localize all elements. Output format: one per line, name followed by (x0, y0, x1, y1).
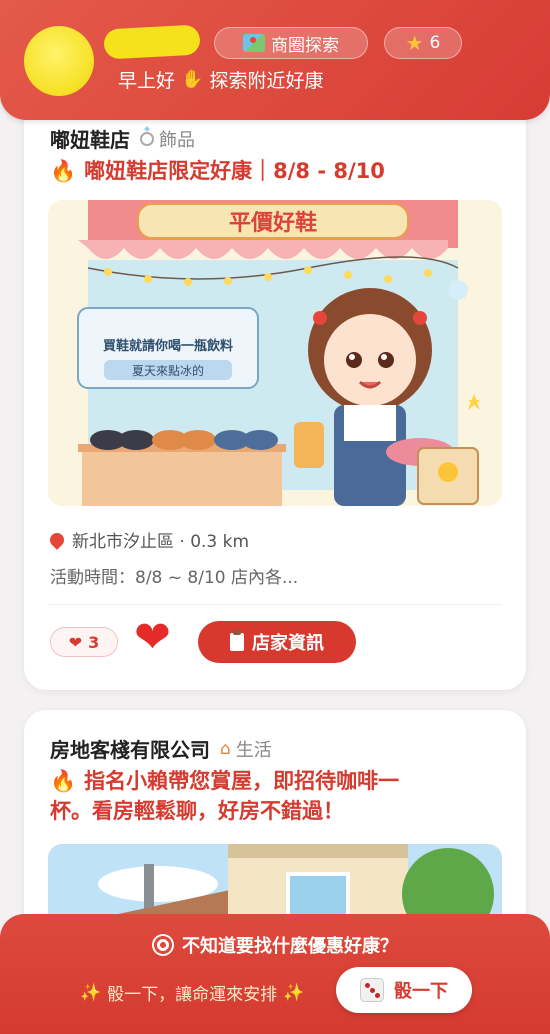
location-text: 新北市汐止區 · 0.3 km (72, 532, 250, 552)
store-info-button[interactable]: 店家資訊 (198, 621, 356, 663)
star-count-badge[interactable]: ★ 6 (384, 27, 462, 59)
target-icon (152, 934, 174, 956)
roll-button-label: 骰一下 (394, 981, 448, 1002)
greeting-text: 早上好 (118, 70, 176, 92)
favorite-heart-icon[interactable]: ❤ (134, 616, 171, 660)
random-pick-question: 不知道要找什麼優惠好康？ (0, 932, 550, 958)
promo-title-line2: 杯。看房輕鬆聊，好房不錯過！ (50, 799, 344, 824)
deal-card[interactable]: 嘟妞鞋店 飾品 🔥 嘟妞鞋店限定好康｜8/8 - 8/10 平價好鞋 買鞋就請你… (24, 100, 526, 690)
like-count: 3 (88, 632, 100, 652)
location-row: 新北市汐止區 · 0.3 km (47, 527, 250, 552)
promo-title-line1: 指名小賴帶您賞屋，即招待咖啡一 (84, 769, 400, 793)
promo-title-text: 嘟妞鞋店限定好康｜8/8 - 8/10 (84, 159, 385, 183)
store-header: 房地客棧有限公司 ⌂ 生活 (50, 734, 272, 763)
clipboard-icon (230, 630, 244, 651)
dice-icon (360, 978, 384, 1002)
subtitle-text: 骰一下，讓命運來安排 (107, 985, 278, 1005)
promo-title: 🔥 指名小賴帶您賞屋，即招待咖啡一 杯。看房輕鬆聊，好房不錯過！ (50, 766, 399, 827)
question-text: 不知道要找什麼優惠好康？ (182, 936, 398, 957)
greeting-tail: 探索附近好康 (209, 70, 324, 92)
greeting: 早上好 ✋ 探索附近好康 (118, 66, 323, 93)
house-icon: ⌂ (220, 738, 231, 759)
event-time: 活動時間：8/8 ~ 8/10 店內各... (50, 568, 299, 588)
sparkle-icon: ✨ (80, 982, 102, 1003)
store-name: 房地客棧有限公司 (50, 738, 210, 762)
like-count-pill[interactable]: ❤ 3 (50, 627, 118, 657)
random-pick-subtitle: ✨ 骰一下，讓命運來安排 ✨ (80, 980, 305, 1006)
random-pick-bar: 不知道要找什麼優惠好康？ ✨ 骰一下，讓命運來安排 ✨ 骰一下 (0, 914, 550, 1034)
user-name-redacted (103, 24, 201, 60)
roll-dice-button[interactable]: 骰一下 (336, 967, 472, 1013)
category-tag: ⌂ 生活 (220, 736, 272, 762)
divider (48, 604, 502, 605)
banner-top-text: 平價好鞋 (229, 210, 317, 236)
map-icon (243, 34, 265, 52)
ring-icon (140, 131, 154, 146)
wave-hand-icon: ✋ (181, 69, 204, 90)
heart-small-icon: ❤ (68, 632, 83, 652)
category-label: 生活 (235, 739, 272, 761)
banner-sub-text: 夏天來點冰的 (132, 363, 204, 378)
store-info-label: 店家資訊 (252, 633, 324, 654)
category-tag: 飾品 (140, 126, 195, 152)
app-header: 商圈探索 ★ 6 早上好 ✋ 探索附近好康 (0, 0, 550, 120)
store-header: 嘟妞鞋店 飾品 (50, 124, 195, 153)
store-name: 嘟妞鞋店 (50, 128, 130, 152)
banner-sign-text: 買鞋就請你喝一瓶飲料 (103, 338, 233, 354)
promo-title: 🔥 嘟妞鞋店限定好康｜8/8 - 8/10 (50, 156, 385, 186)
user-avatar[interactable] (24, 26, 94, 96)
explore-label: 商圈探索 (271, 35, 339, 56)
star-count: 6 (429, 33, 441, 53)
star-icon: ★ (405, 31, 424, 55)
sparkle-icon: ✨ (283, 982, 305, 1003)
explore-area-button[interactable]: 商圈探索 (214, 27, 368, 59)
location-pin-icon (47, 529, 67, 550)
fire-icon: 🔥 (50, 769, 77, 793)
promo-banner-image[interactable]: 平價好鞋 買鞋就請你喝一瓶飲料 夏天來點冰的 (48, 200, 502, 506)
category-label: 飾品 (159, 129, 195, 151)
fire-icon: 🔥 (50, 159, 77, 183)
